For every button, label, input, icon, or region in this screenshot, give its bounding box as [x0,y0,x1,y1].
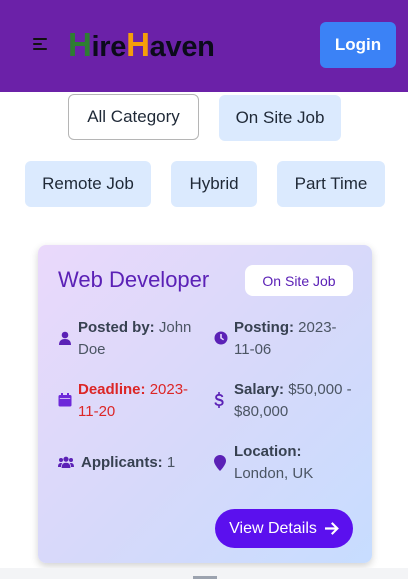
dollar-icon [214,392,224,408]
applicants-value: 1 [166,454,176,471]
job-title: Web Developer [58,267,210,292]
posted-by-info: Posted by: John Doe [58,317,198,361]
view-details-button[interactable]: View Details [215,509,353,548]
posted-by-label: Posted by: [78,319,155,336]
logo-letter-h: H [68,26,92,63]
navbar: HireHaven Login [0,0,408,92]
category-remote[interactable]: Remote Job [25,161,151,207]
clock-icon [214,331,228,345]
applicants-info: Applicants: 1 [58,452,198,474]
salary-info: Salary: $50,000 - $80,000 [214,379,354,423]
menu-icon[interactable] [33,38,49,52]
category-on-site[interactable]: On Site Job [219,95,341,141]
deadline-label: Deadline: [78,381,146,398]
salary-label: Salary: [234,381,285,398]
job-card: Web Developer On Site Job Posted by: Joh… [38,245,372,563]
location-label: Location: [234,443,302,460]
map-pin-icon [214,455,226,471]
login-button[interactable]: Login [320,22,396,68]
users-icon [58,456,74,468]
location-value: London, UK [234,465,314,482]
logo-text-ire: ire [91,31,127,63]
location-info: Location: London, UK [214,441,354,485]
arrow-right-icon [324,522,339,535]
category-all[interactable]: All Category [68,94,199,140]
user-icon [59,331,71,345]
deadline-info: Deadline: 2023-11-20 [58,379,198,423]
posting-label: Posting: [234,319,294,336]
job-type-badge: On Site Job [245,265,353,296]
category-part-time[interactable]: Part Time [277,161,385,207]
logo-letter-h2: H [126,26,150,63]
calendar-icon [58,393,72,407]
logo[interactable]: HireHaven [68,27,215,65]
category-hybrid[interactable]: Hybrid [171,161,257,207]
view-details-label: View Details [229,519,317,537]
logo-text-aven: aven [149,31,215,63]
posting-date-info: Posting: 2023-11-06 [214,317,354,361]
applicants-label: Applicants: [81,454,163,471]
